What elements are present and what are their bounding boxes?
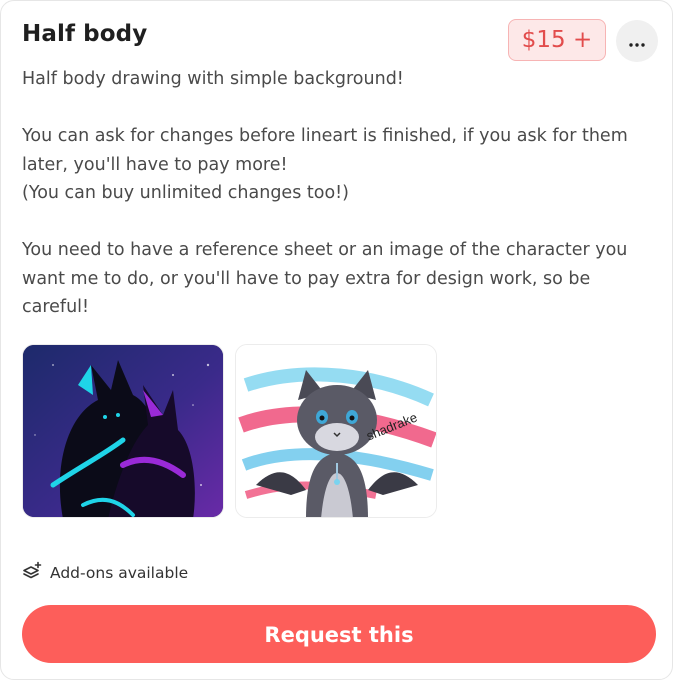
example-artwork-thumbnail[interactable] (22, 344, 224, 518)
item-description: Half body drawing with simple background… (22, 65, 647, 322)
more-options-button[interactable] (616, 20, 658, 62)
description-paragraph: You can ask for changes before lineart i… (22, 126, 628, 203)
example-artwork-dark-characters (23, 345, 223, 517)
item-title: Half body (22, 21, 148, 47)
description-paragraph: You need to have a reference sheet or an… (22, 240, 628, 317)
more-options-icon (629, 32, 645, 51)
description-paragraph: Half body drawing with simple background… (22, 69, 404, 89)
request-button[interactable]: Request this (22, 605, 656, 663)
addons-indicator: Add-ons available (22, 561, 188, 585)
example-artwork-thumbnail[interactable]: shadrake (235, 344, 437, 518)
price-badge: $15 + (508, 19, 606, 61)
layers-plus-icon (22, 561, 42, 585)
addons-label: Add-ons available (50, 564, 189, 582)
commission-card: Half body $15 + Half body drawing with s… (0, 0, 673, 680)
example-artwork-cat-dragon: shadrake (236, 345, 436, 517)
